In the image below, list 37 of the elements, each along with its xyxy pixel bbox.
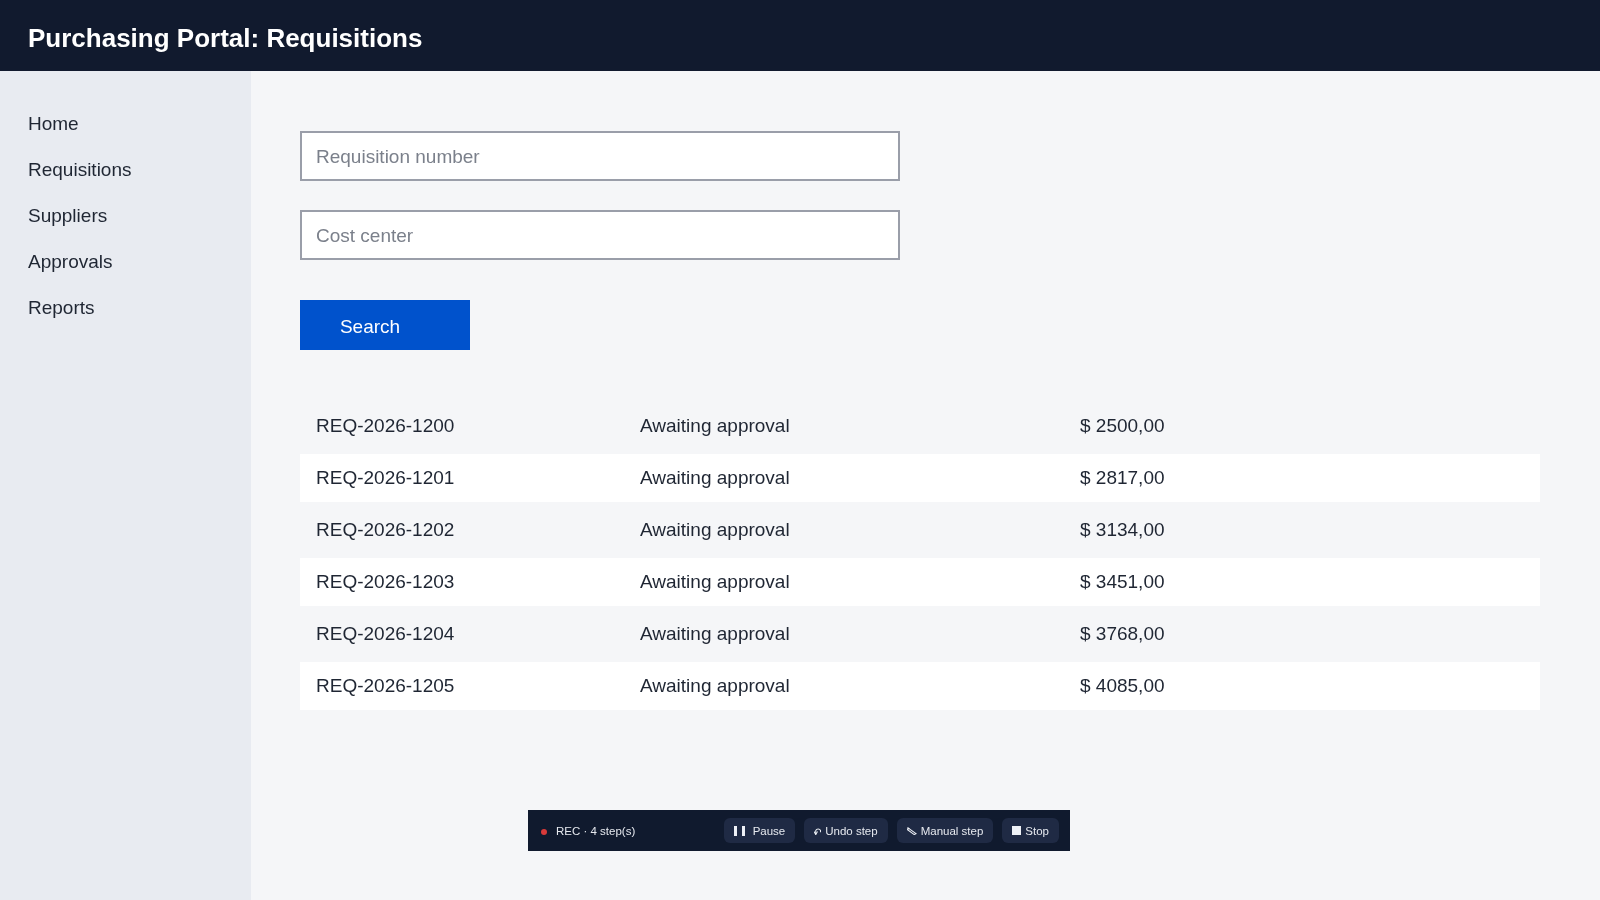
table-cell: $ 2500,00 xyxy=(1080,415,1165,437)
sidebar-item[interactable]: Requisitions xyxy=(0,147,132,193)
recording-status: REC · 4 step(s) xyxy=(556,824,636,837)
manual-button[interactable]: Manual step xyxy=(896,818,994,843)
undo-button[interactable]: Undo step xyxy=(804,818,888,843)
table-cell: REQ-2026-1200 xyxy=(316,415,455,437)
table-cell: $ 3451,00 xyxy=(1080,571,1165,593)
table-cell: Awaiting approval xyxy=(640,467,790,489)
stop-button[interactable]: Stop xyxy=(1002,818,1059,843)
pencil-icon xyxy=(906,826,917,835)
table-cell: Awaiting approval xyxy=(640,675,790,697)
table-cell: Awaiting approval xyxy=(640,623,790,645)
table-cell: Awaiting approval xyxy=(640,571,790,593)
pause-icon xyxy=(733,825,746,836)
table-cell: Awaiting approval xyxy=(640,519,790,541)
input-field[interactable]: Requisition number xyxy=(300,131,900,181)
sidebar-item[interactable]: Suppliers xyxy=(0,193,108,239)
table-cell: $ 3768,00 xyxy=(1080,623,1165,645)
table-cell: REQ-2026-1201 xyxy=(316,467,455,489)
sidebar-item[interactable]: Home xyxy=(0,101,79,147)
undo-icon xyxy=(814,826,822,835)
input-field[interactable]: Cost center xyxy=(300,210,900,260)
table-cell: Awaiting approval xyxy=(640,415,790,437)
stop-icon xyxy=(1012,826,1022,835)
sidebar-item[interactable]: Reports xyxy=(0,285,95,331)
table-cell: REQ-2026-1202 xyxy=(316,519,455,541)
table-cell: $ 3134,00 xyxy=(1080,519,1165,541)
table-cell: REQ-2026-1205 xyxy=(316,675,455,697)
search-button[interactable]: Search xyxy=(300,300,470,350)
table-cell: $ 2817,00 xyxy=(1080,467,1165,489)
pause-button[interactable]: Pause xyxy=(723,818,796,843)
sidebar-item[interactable]: Approvals xyxy=(0,239,113,285)
table-cell: REQ-2026-1203 xyxy=(316,571,455,593)
page-title: Purchasing Portal: Requisitions xyxy=(28,23,423,54)
table-cell: $ 4085,00 xyxy=(1080,675,1165,697)
recording-dot-icon xyxy=(541,828,547,835)
table-cell: REQ-2026-1204 xyxy=(316,623,455,645)
